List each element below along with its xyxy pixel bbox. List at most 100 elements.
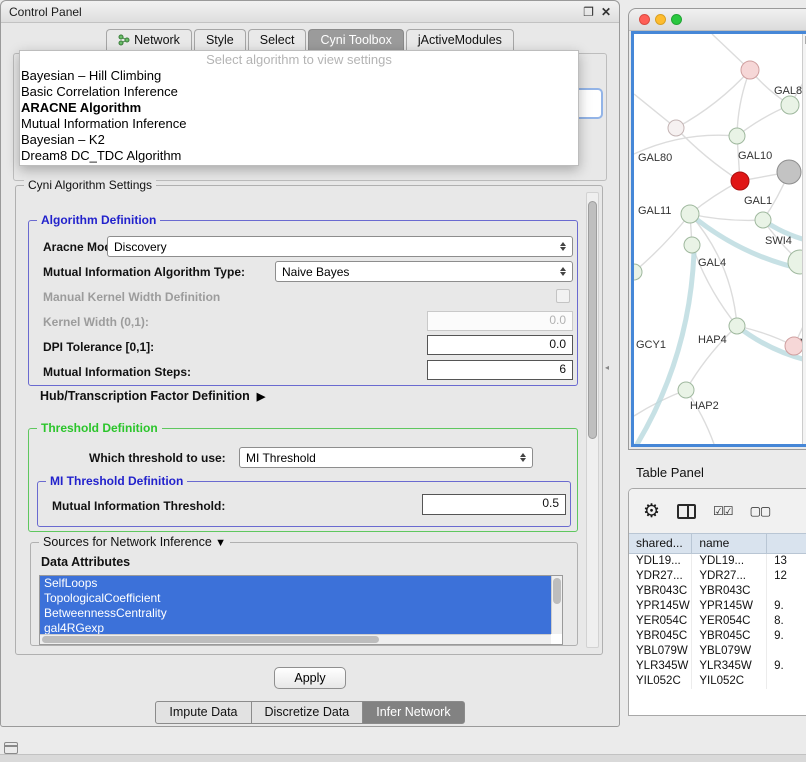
network-view-titlebar bbox=[629, 9, 806, 31]
kernel-width-field[interactable]: 0.0 bbox=[427, 311, 573, 331]
table-row[interactable]: YPR145WYPR145W9. bbox=[629, 599, 806, 614]
table-cell: YER054C bbox=[692, 614, 767, 629]
table-row[interactable]: YBR045CYBR045C9. bbox=[629, 629, 806, 644]
network-node[interactable] bbox=[678, 382, 694, 398]
network-canvas[interactable]: GAL8GAL80GAL10GAL11GAL1SWI4GAL4GCY1HAP4H… bbox=[634, 34, 806, 444]
threshold-definition-group: Threshold Definition Which threshold to … bbox=[28, 428, 578, 532]
network-node[interactable] bbox=[755, 212, 771, 228]
sources-group-title[interactable]: Sources for Network Inference ▼ bbox=[39, 535, 230, 549]
network-node-label: GAL10 bbox=[738, 150, 772, 162]
attr-list-vscrollbar[interactable] bbox=[551, 576, 562, 634]
tab-infer-network[interactable]: Infer Network bbox=[362, 701, 464, 724]
algorithm-dropdown-popup: Select algorithm to view settings Bayesi… bbox=[19, 50, 579, 166]
tab-impute-data[interactable]: Impute Data bbox=[155, 701, 251, 724]
table-row[interactable]: YLR345WYLR345W9. bbox=[629, 659, 806, 674]
algorithm-definition-group: Algorithm Definition Aracne Mode: Discov… bbox=[28, 220, 578, 386]
table-row[interactable]: YBL079WYBL079W bbox=[629, 644, 806, 659]
table-cell: YDL19... bbox=[692, 554, 767, 569]
tab-discretize-data[interactable]: Discretize Data bbox=[251, 701, 364, 724]
tab-label: Style bbox=[206, 33, 234, 47]
control-panel-title: Control Panel bbox=[9, 5, 82, 19]
attribute-item[interactable]: BetweennessCentrality bbox=[40, 606, 551, 621]
table-cell bbox=[767, 674, 806, 689]
tab-style[interactable]: Style bbox=[194, 29, 246, 51]
column-header[interactable]: name bbox=[692, 534, 767, 553]
algorithm-option[interactable]: ARACNE Algorithm bbox=[20, 100, 578, 116]
algorithm-dropdown-placeholder: Select algorithm to view settings bbox=[20, 51, 578, 68]
select-all-columns-button[interactable]: ☑☑ bbox=[713, 504, 733, 518]
table-row[interactable]: YDR27...YDR27...12 bbox=[629, 569, 806, 584]
attr-list-hscrollbar[interactable] bbox=[40, 634, 551, 644]
mi-steps-field[interactable]: 6 bbox=[427, 360, 573, 380]
show-columns-button[interactable] bbox=[677, 504, 696, 519]
mac-minimize-icon[interactable] bbox=[655, 14, 666, 25]
close-icon[interactable]: ✕ bbox=[601, 6, 611, 18]
network-scrollbar[interactable] bbox=[802, 34, 806, 444]
network-node[interactable] bbox=[741, 61, 759, 79]
column-header[interactable] bbox=[767, 534, 806, 553]
deselect-all-columns-button[interactable]: ▢▢ bbox=[750, 504, 771, 518]
network-node[interactable] bbox=[729, 318, 745, 334]
table-cell bbox=[767, 644, 806, 659]
control-panel-window: Control Panel ❐ ✕ Network Style Select C… bbox=[0, 0, 620, 727]
algorithm-option[interactable]: Basic Correlation Inference bbox=[20, 84, 578, 100]
hub-definition-label: Hub/Transcription Factor Definition bbox=[40, 389, 250, 403]
table-row[interactable]: YBR043CYBR043C bbox=[629, 584, 806, 599]
cyni-settings-group: Cyni Algorithm Settings Algorithm Defini… bbox=[15, 185, 603, 655]
algorithm-option[interactable]: Mutual Information Inference bbox=[20, 116, 578, 132]
attribute-item[interactable]: TopologicalCoefficient bbox=[40, 591, 551, 606]
network-canvas-frame: GAL8GAL80GAL10GAL11GAL1SWI4GAL4GCY1HAP4H… bbox=[631, 31, 806, 447]
algorithm-option[interactable]: Dream8 DC_TDC Algorithm bbox=[20, 148, 578, 164]
algorithm-option[interactable]: Bayesian – Hill Climbing bbox=[20, 68, 578, 84]
mac-close-icon[interactable] bbox=[639, 14, 650, 25]
network-node[interactable] bbox=[684, 237, 700, 253]
table-cell: YBR045C bbox=[692, 629, 767, 644]
network-node[interactable] bbox=[681, 205, 699, 223]
data-attributes-list[interactable]: SelfLoopsTopologicalCoefficientBetweenne… bbox=[39, 575, 563, 645]
dpi-tolerance-field[interactable]: 0.0 bbox=[427, 335, 573, 355]
mi-type-select[interactable]: Naive Bayes bbox=[275, 261, 573, 282]
which-threshold-value: MI Threshold bbox=[246, 451, 316, 465]
panel-restore-icon[interactable] bbox=[4, 742, 18, 754]
table-row[interactable]: YIL052CYIL052C bbox=[629, 674, 806, 689]
network-node-label: GAL8 bbox=[774, 85, 802, 97]
table-cell: YIL052C bbox=[629, 674, 692, 689]
network-node[interactable] bbox=[781, 96, 799, 114]
aracne-mode-value: Discovery bbox=[114, 240, 167, 254]
settings-scrollbar[interactable] bbox=[586, 192, 599, 648]
network-node[interactable] bbox=[731, 172, 749, 190]
column-header[interactable]: shared... bbox=[629, 534, 692, 553]
combo-arrows-icon bbox=[560, 267, 566, 276]
manual-kernel-checkbox[interactable] bbox=[556, 289, 570, 303]
float-window-icon[interactable]: ❐ bbox=[583, 6, 594, 18]
tab-network[interactable]: Network bbox=[106, 29, 192, 51]
mi-threshold-group-title: MI Threshold Definition bbox=[46, 474, 187, 488]
table-settings-button[interactable]: ⚙ bbox=[643, 502, 660, 521]
tab-select[interactable]: Select bbox=[248, 29, 307, 51]
hub-definition-toggle[interactable]: Hub/Transcription Factor Definition ▶ bbox=[40, 389, 265, 403]
gear-icon: ⚙ bbox=[643, 502, 660, 521]
network-node[interactable] bbox=[777, 160, 801, 184]
table-cell: 9. bbox=[767, 599, 806, 614]
network-node-label: GAL80 bbox=[638, 152, 672, 164]
attribute-item[interactable]: SelfLoops bbox=[40, 576, 551, 591]
algorithm-option[interactable]: Bayesian – K2 bbox=[20, 132, 578, 148]
control-panel-titlebar: Control Panel ❐ ✕ bbox=[1, 1, 619, 23]
table-row[interactable]: YDL19...YDL19...13 bbox=[629, 554, 806, 569]
apply-button[interactable]: Apply bbox=[274, 667, 346, 689]
tab-label: Cyni Toolbox bbox=[320, 33, 391, 47]
table-cell: YER054C bbox=[629, 614, 692, 629]
tab-cyni-toolbox[interactable]: Cyni Toolbox bbox=[308, 29, 403, 51]
mi-threshold-field[interactable]: 0.5 bbox=[422, 494, 566, 515]
network-node[interactable] bbox=[729, 128, 745, 144]
which-threshold-select[interactable]: MI Threshold bbox=[239, 447, 533, 468]
mac-zoom-icon[interactable] bbox=[671, 14, 682, 25]
table-cell bbox=[767, 584, 806, 599]
columns-icon bbox=[677, 504, 696, 519]
scrollbar-thumb[interactable] bbox=[588, 201, 597, 439]
tab-label: jActiveModules bbox=[418, 33, 502, 47]
network-node[interactable] bbox=[668, 120, 684, 136]
tab-jactivemodules[interactable]: jActiveModules bbox=[406, 29, 514, 51]
aracne-mode-select[interactable]: Discovery bbox=[107, 236, 573, 257]
table-row[interactable]: YER054CYER054C8. bbox=[629, 614, 806, 629]
